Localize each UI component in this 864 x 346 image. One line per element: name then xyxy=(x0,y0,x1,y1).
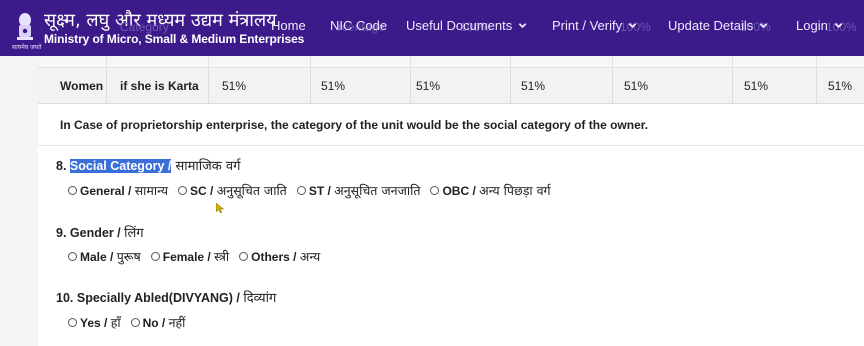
nav-nic-code[interactable]: NIC Code xyxy=(330,18,387,33)
radio-female[interactable]: Female / स्त्री xyxy=(150,248,230,265)
top-navbar: सूक्ष्म, लघु और मध्यम उद्यम मंत्रालय Min… xyxy=(0,0,864,56)
radio-others[interactable]: Others / अन्य xyxy=(239,248,320,265)
chevron-down-icon xyxy=(834,23,843,29)
social-category-question: 8. Social Category / सामाजिक वर्ग xyxy=(56,156,240,174)
form-content: Women if she is Karta 51% 51% 51% 51% 51… xyxy=(38,56,864,346)
question-number: 10. xyxy=(56,291,74,305)
divyang-question: 10. Specially Abled(DIVYANG) / दिव्यांग xyxy=(56,288,276,306)
option-label: Female / स्त्री xyxy=(162,249,230,264)
radio-general[interactable]: General / सामान्य xyxy=(68,182,168,199)
divyang-options: Yes / हाँ No / नहीं xyxy=(68,314,195,331)
radio-icon[interactable] xyxy=(150,252,160,261)
option-label: SC / अनुसूचित जाति xyxy=(190,183,287,198)
radio-icon[interactable] xyxy=(430,186,440,195)
chevron-down-icon xyxy=(628,23,637,29)
social-category-label-selected: Social Category / xyxy=(69,159,172,173)
row-label: Women xyxy=(60,79,104,93)
radio-yes[interactable]: Yes / हाँ xyxy=(68,314,121,331)
gender-label-hindi: लिंग xyxy=(124,226,144,241)
table-cell: 51% xyxy=(624,79,649,93)
radio-icon[interactable] xyxy=(68,186,77,195)
option-label: Yes / हाँ xyxy=(80,315,121,330)
brand-hindi-title: सूक्ष्म, लघु और मध्यम उद्यम मंत्रालय xyxy=(44,10,277,31)
social-category-label-hindi: सामाजिक वर्ग xyxy=(171,159,241,174)
radio-male[interactable]: Male / पुरूष xyxy=(68,248,141,265)
nav-update-details-label: Update Details xyxy=(668,18,754,33)
radio-icon[interactable] xyxy=(68,252,77,261)
radio-icon[interactable] xyxy=(178,186,188,195)
table-cell: 51% xyxy=(321,79,346,93)
option-label: Others / अन्य xyxy=(251,249,321,264)
question-number: 9. xyxy=(56,226,67,240)
table-cell: 51% xyxy=(744,79,769,93)
emblem-caption: सत्यमेव जयते xyxy=(12,44,42,51)
nav-nic-code-label: NIC Code xyxy=(330,18,388,33)
nav-login-label: Login xyxy=(796,18,828,33)
cursor-icon xyxy=(216,203,224,213)
nav-update-details[interactable]: Update Details xyxy=(668,18,768,33)
radio-st[interactable]: ST / अनुसूचित जनजाति xyxy=(296,182,421,199)
table-header-strip xyxy=(38,56,864,68)
social-category-options: General / सामान्य SC / अनुसूचित जाति ST … xyxy=(68,182,561,199)
radio-icon[interactable] xyxy=(130,318,140,327)
radio-icon[interactable] xyxy=(239,252,249,261)
chevron-down-icon xyxy=(759,23,768,29)
radio-obc[interactable]: OBC / अन्य पिछड़ा वर्ग xyxy=(430,182,551,199)
ghost-text: Category xyxy=(120,20,169,34)
divyang-label: Specially Abled(DIVYANG) / xyxy=(76,291,244,305)
proprietorship-note: In Case of proprietorship enterprise, th… xyxy=(38,104,864,146)
option-label: Male / पुरूष xyxy=(80,249,141,264)
table-row: Women if she is Karta 51% 51% 51% 51% 51… xyxy=(38,68,864,104)
nav-print-verify-label: Print / Verify xyxy=(552,18,623,33)
radio-icon[interactable] xyxy=(68,318,77,327)
question-number: 8. xyxy=(56,159,67,173)
table-cell: 51% xyxy=(222,79,247,93)
table-cell: 51% xyxy=(521,79,546,93)
nav-print-verify[interactable]: Print / Verify xyxy=(552,18,637,33)
gender-label: Gender / xyxy=(69,226,125,240)
nav-home[interactable]: Home xyxy=(271,18,306,33)
radio-icon[interactable] xyxy=(296,186,306,195)
gender-options: Male / पुरूष Female / स्त्री Others / अन… xyxy=(68,248,330,265)
chevron-down-icon xyxy=(518,23,527,29)
table-cell: 51% xyxy=(828,79,853,93)
option-label: OBC / अन्य पिछड़ा वर्ग xyxy=(442,183,551,198)
divyang-label-hindi: दिव्यांग xyxy=(243,291,277,306)
option-label: No / नहीं xyxy=(142,315,186,330)
option-label: ST / अनुसूचित जनजाति xyxy=(308,183,421,198)
nav-home-label: Home xyxy=(271,18,306,33)
nav-useful-documents-label: Useful Documents xyxy=(406,18,513,33)
radio-sc[interactable]: SC / अनुसूचित जाति xyxy=(178,182,287,199)
gender-question: 9. Gender / लिंग xyxy=(56,223,144,241)
nav-login[interactable]: Login xyxy=(796,18,843,33)
radio-no[interactable]: No / नहीं xyxy=(130,314,186,331)
table-cell: 51% xyxy=(416,79,441,93)
row-condition: if she is Karta xyxy=(120,79,199,93)
brand-english-title: Ministry of Micro, Small & Medium Enterp… xyxy=(44,32,305,46)
nav-useful-documents[interactable]: Useful Documents xyxy=(406,18,527,33)
option-label: General / सामान्य xyxy=(80,183,169,198)
